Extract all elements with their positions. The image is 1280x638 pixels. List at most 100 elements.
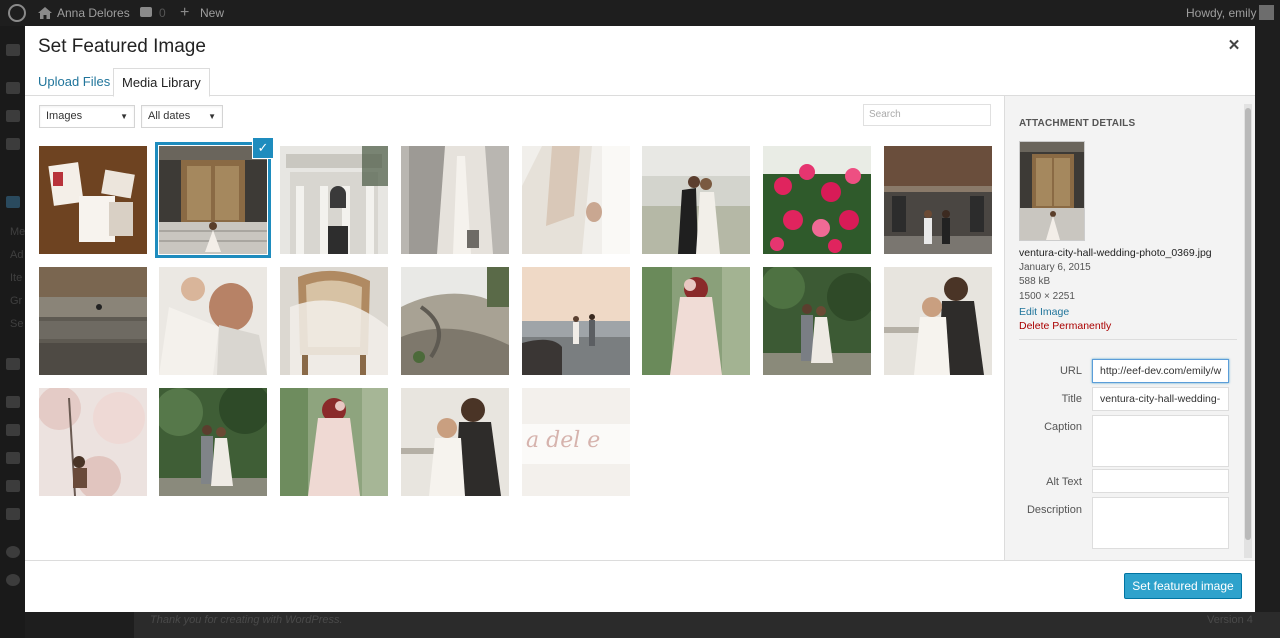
- thumb-image: [884, 146, 992, 254]
- media-thumb-couple-forehead[interactable]: [884, 267, 992, 375]
- menu-pages-icon[interactable]: [6, 138, 20, 150]
- thumb-image: [159, 267, 267, 375]
- media-modal: Set Featured Image ✕ Upload Files Media …: [25, 26, 1255, 612]
- site-name-link[interactable]: Anna Delores: [57, 0, 130, 26]
- modal-tabs: Upload Files Media Library: [25, 68, 1255, 97]
- comments-icon[interactable]: [140, 7, 152, 17]
- menu-plugins-icon[interactable]: [6, 424, 20, 436]
- details-scrollbar-thumb[interactable]: [1245, 108, 1251, 540]
- tab-media-library[interactable]: Media Library: [113, 68, 210, 97]
- media-thumb-couple-forehead-2[interactable]: [401, 388, 509, 496]
- set-featured-image-button[interactable]: Set featured image: [1124, 573, 1242, 599]
- tab-upload-files[interactable]: Upload Files: [30, 68, 118, 97]
- delete-permanently-link[interactable]: Delete Permanently: [1019, 320, 1111, 332]
- menu-dashboard-icon[interactable]: [6, 44, 20, 56]
- media-thumb-city-hall-building[interactable]: [280, 146, 388, 254]
- thumb-image: [763, 267, 871, 375]
- menu-appearance-icon[interactable]: [6, 396, 20, 408]
- thumb-image: [642, 267, 750, 375]
- edit-image-link[interactable]: Edit Image: [1019, 306, 1069, 318]
- media-type-filter-value: Images: [46, 110, 83, 122]
- media-thumb-couple-embrace[interactable]: [159, 267, 267, 375]
- attachment-preview-image: [1019, 141, 1085, 241]
- media-thumb-dress-detail[interactable]: [401, 146, 509, 254]
- media-thumb-garden-couple[interactable]: [763, 267, 871, 375]
- media-thumb-stone-steps[interactable]: [39, 267, 147, 375]
- thumb-image: [39, 146, 147, 254]
- media-thumb-script-logo[interactable]: a del e: [522, 388, 630, 496]
- menu-item-label[interactable]: Ad: [10, 249, 23, 261]
- thumb-image: [522, 146, 630, 254]
- menu-active-icon[interactable]: [6, 196, 20, 208]
- thumb-image: [401, 388, 509, 496]
- plus-icon: +: [180, 4, 190, 21]
- media-thumb-blossom-couple[interactable]: [39, 388, 147, 496]
- thumb-image: [39, 267, 147, 375]
- media-thumb-couple-brick-building[interactable]: [884, 146, 992, 254]
- admin-side-menu: Me Ad Ite Gr Se: [0, 26, 25, 638]
- menu-extra-icon[interactable]: [6, 574, 20, 586]
- menu-item-label[interactable]: Me: [10, 226, 25, 238]
- description-label: Description: [1026, 504, 1082, 516]
- media-thumb-stationery[interactable]: [39, 146, 147, 254]
- details-divider: [1019, 339, 1237, 340]
- attachment-details-heading: ATTACHMENT DETAILS: [1019, 118, 1136, 129]
- thumb-image: [401, 267, 509, 375]
- search-input[interactable]: Search: [863, 104, 991, 126]
- thumb-image: [159, 388, 267, 496]
- date-filter-value: All dates: [148, 110, 191, 122]
- media-thumb-vintage-chair[interactable]: [280, 267, 388, 375]
- title-label: Title: [1061, 393, 1082, 405]
- url-label: URL: [1059, 365, 1082, 377]
- media-thumb-garden-couple-2[interactable]: [159, 388, 267, 496]
- menu-users-icon[interactable]: [6, 452, 20, 464]
- menu-item-label[interactable]: Ite: [10, 272, 22, 284]
- menu-tools-icon[interactable]: [6, 480, 20, 492]
- attachment-filename: ventura-city-hall-wedding-photo_0369.jpg: [1019, 247, 1212, 259]
- media-type-filter[interactable]: Images ▼: [39, 105, 135, 128]
- admin-bar: Anna Delores 0 + New Howdy, emily: [0, 0, 1280, 26]
- selected-check-icon[interactable]: ✓: [252, 137, 274, 159]
- logo-script-text: a del e: [526, 428, 601, 453]
- menu-pin-icon[interactable]: [6, 82, 20, 94]
- caption-field[interactable]: [1092, 415, 1229, 467]
- wordpress-logo-icon[interactable]: [8, 4, 26, 22]
- menu-settings-icon[interactable]: [6, 508, 20, 520]
- url-field[interactable]: http://eef-dev.com/emily/w: [1092, 359, 1229, 383]
- new-content-link[interactable]: New: [200, 0, 224, 26]
- media-thumb-dress-hand[interactable]: [522, 146, 630, 254]
- attachment-dimensions: 1500 × 2251: [1019, 291, 1075, 302]
- menu-item-label[interactable]: Gr: [10, 295, 22, 307]
- menu-comments-icon[interactable]: [6, 358, 20, 370]
- close-icon[interactable]: ✕: [1225, 36, 1243, 56]
- media-thumb-pink-flowers[interactable]: [763, 146, 871, 254]
- media-thumb-beach-couple[interactable]: [522, 267, 630, 375]
- media-thumb-couple-kiss-field[interactable]: [642, 146, 750, 254]
- home-icon: [38, 7, 52, 19]
- chevron-down-icon: ▼: [208, 112, 216, 121]
- date-filter[interactable]: All dates ▼: [141, 105, 223, 128]
- menu-item-label[interactable]: Se: [10, 318, 23, 330]
- media-thumb-bride-bouquet[interactable]: [642, 267, 750, 375]
- avatar[interactable]: [1259, 5, 1274, 20]
- modal-footer: [25, 560, 1255, 612]
- description-field[interactable]: [1092, 497, 1229, 549]
- menu-media-icon[interactable]: [6, 110, 20, 122]
- account-greeting[interactable]: Howdy, emily: [1186, 0, 1256, 26]
- menu-collapse-icon[interactable]: [6, 546, 20, 558]
- footer-thanks-text: Thank you for creating with WordPress.: [150, 614, 343, 626]
- thumb-image: [39, 388, 147, 496]
- title-field[interactable]: ventura-city-hall-wedding-: [1092, 387, 1229, 411]
- thumb-image: [884, 267, 992, 375]
- alt-text-field[interactable]: [1092, 469, 1229, 493]
- thumb-image: [522, 267, 630, 375]
- media-thumb-bride-bouquet-2[interactable]: [280, 388, 388, 496]
- media-thumb-coastal-rocks[interactable]: [401, 267, 509, 375]
- media-thumb-city-hall-bride[interactable]: [155, 142, 271, 258]
- footer-version-text: Version 4: [1207, 614, 1253, 626]
- thumb-image: [280, 146, 388, 254]
- thumb-image: [401, 146, 509, 254]
- thumb-image: [159, 146, 267, 254]
- alt-text-label: Alt Text: [1046, 476, 1082, 488]
- thumb-image: [642, 146, 750, 254]
